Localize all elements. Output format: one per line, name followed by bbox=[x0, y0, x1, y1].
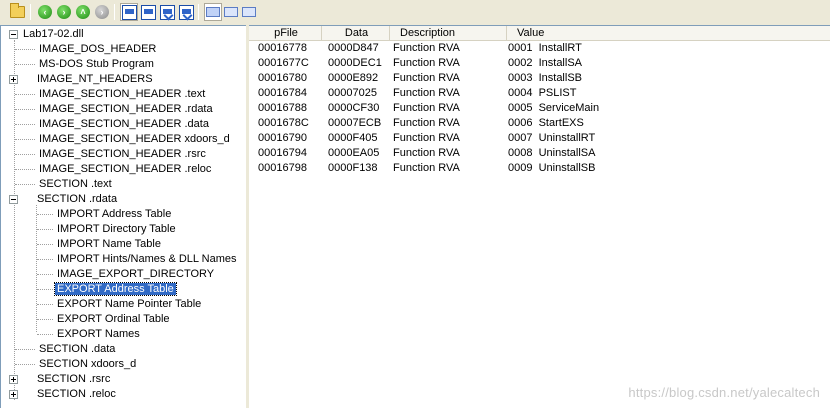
tree-item-section-text[interactable]: SECTION .text bbox=[37, 177, 114, 192]
tree-item-section-data[interactable]: SECTION .data bbox=[37, 342, 117, 357]
table-row[interactable]: 0001677C 0000DEC1 Function RVA 0002 Inst… bbox=[249, 56, 830, 71]
table-row[interactable]: 0001678C 00007ECB Function RVA 0006 Star… bbox=[249, 116, 830, 131]
tree-guide-line bbox=[36, 205, 37, 332]
pointer-view-icon[interactable] bbox=[158, 3, 176, 21]
up-icon[interactable]: ˄ bbox=[74, 3, 92, 21]
go-icon[interactable]: › bbox=[93, 3, 111, 21]
tree-item-export-address-table[interactable]: EXPORT Address Table bbox=[54, 282, 177, 297]
table-row[interactable]: 00016788 0000CF30 Function RVA 0005 Serv… bbox=[249, 101, 830, 116]
list-header: pFile Data Description Value bbox=[249, 26, 830, 41]
table-row[interactable]: 00016790 0000F405 Function RVA 0007 Unin… bbox=[249, 131, 830, 146]
watermark-text: https://blog.csdn.net/yalecaltech bbox=[628, 385, 820, 400]
expand-icon[interactable] bbox=[9, 390, 18, 399]
tree-item-sh-xdoors[interactable]: IMAGE_SECTION_HEADER xdoors_d bbox=[37, 132, 232, 147]
tree-item-sh-rdata[interactable]: IMAGE_SECTION_HEADER .rdata bbox=[37, 102, 215, 117]
table-row[interactable]: 00016780 0000E892 Function RVA 0003 Inst… bbox=[249, 71, 830, 86]
back-icon[interactable]: ‹ bbox=[36, 3, 54, 21]
details-list: pFile Data Description Value 00016778 00… bbox=[249, 25, 830, 408]
text-view-icon[interactable] bbox=[139, 3, 157, 21]
tree-item-section-rdata[interactable]: SECTION .rdata bbox=[9, 192, 119, 207]
expand-icon[interactable] bbox=[9, 375, 18, 384]
tree-item-import-directory-table[interactable]: IMPORT Directory Table bbox=[55, 222, 178, 237]
tree-item-sh-text[interactable]: IMAGE_SECTION_HEADER .text bbox=[37, 87, 207, 102]
table-row[interactable]: 00016778 0000D847 Function RVA 0001 Inst… bbox=[249, 41, 830, 56]
tree-item-import-hints-names[interactable]: IMPORT Hints/Names & DLL Names bbox=[55, 252, 239, 267]
view-mode-2-icon[interactable] bbox=[222, 3, 240, 21]
column-header-data[interactable]: Data bbox=[322, 26, 390, 40]
tree-item-section-reloc[interactable]: SECTION .reloc bbox=[9, 387, 118, 402]
column-header-pfile[interactable]: pFile bbox=[249, 26, 322, 40]
tree-item-export-names[interactable]: EXPORT Names bbox=[55, 327, 142, 342]
toolbar-separator bbox=[30, 4, 31, 20]
tree-item-export-name-pointer-table[interactable]: EXPORT Name Pointer Table bbox=[55, 297, 203, 312]
tree-item-dos-stub[interactable]: MS-DOS Stub Program bbox=[37, 57, 156, 72]
tree-item-nt-headers[interactable]: IMAGE_NT_HEADERS bbox=[9, 72, 155, 87]
tree-item-sh-rsrc[interactable]: IMAGE_SECTION_HEADER .rsrc bbox=[37, 147, 208, 162]
column-header-description[interactable]: Description bbox=[390, 26, 507, 40]
table-row[interactable]: 00016798 0000F138 Function RVA 0009 Unin… bbox=[249, 161, 830, 176]
toolbar-separator bbox=[198, 4, 199, 20]
tree-item-section-rsrc[interactable]: SECTION .rsrc bbox=[9, 372, 112, 387]
expand-icon[interactable] bbox=[9, 75, 18, 84]
tree-item-sh-data[interactable]: IMAGE_SECTION_HEADER .data bbox=[37, 117, 211, 132]
tree-item-export-ordinal-table[interactable]: EXPORT Ordinal Table bbox=[55, 312, 172, 327]
address-view-icon[interactable] bbox=[177, 3, 195, 21]
tree-item-import-address-table[interactable]: IMPORT Address Table bbox=[55, 207, 173, 222]
table-row[interactable]: 00016784 00007025 Function RVA 0004 PSLI… bbox=[249, 86, 830, 101]
tree-view[interactable]: Lab17-02.dll IMAGE_DOS_HEADER MS-DOS Stu… bbox=[0, 25, 246, 408]
tree-root-node[interactable]: Lab17-02.dll bbox=[9, 27, 86, 42]
column-header-value[interactable]: Value bbox=[507, 26, 830, 40]
tree-item-import-name-table[interactable]: IMPORT Name Table bbox=[55, 237, 163, 252]
view-mode-3-icon[interactable] bbox=[240, 3, 258, 21]
collapse-icon[interactable] bbox=[9, 30, 18, 39]
tree-item-export-directory[interactable]: IMAGE_EXPORT_DIRECTORY bbox=[55, 267, 216, 282]
data-view-icon[interactable] bbox=[120, 3, 138, 21]
tree-item-sh-reloc[interactable]: IMAGE_SECTION_HEADER .reloc bbox=[37, 162, 213, 177]
tree-item-dos-header[interactable]: IMAGE_DOS_HEADER bbox=[37, 42, 158, 57]
tree-item-section-xdoors[interactable]: SECTION xdoors_d bbox=[37, 357, 138, 372]
toolbar: ‹ › ˄ › bbox=[0, 0, 830, 24]
view-mode-1-icon[interactable] bbox=[204, 3, 222, 21]
forward-icon[interactable]: › bbox=[55, 3, 73, 21]
toolbar-separator bbox=[114, 4, 115, 20]
collapse-icon[interactable] bbox=[9, 195, 18, 204]
table-row[interactable]: 00016794 0000EA05 Function RVA 0008 Unin… bbox=[249, 146, 830, 161]
open-folder-icon[interactable] bbox=[8, 3, 26, 21]
